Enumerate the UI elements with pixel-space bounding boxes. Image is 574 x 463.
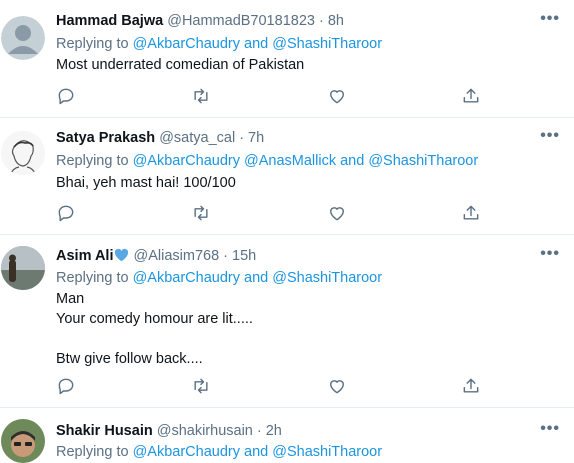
share-icon[interactable] [461, 203, 481, 223]
replying-mentions[interactable]: @AkbarChaudry and @ShashiTharoor [133, 444, 382, 460]
tweet-actions [56, 203, 486, 225]
share-icon[interactable] [461, 376, 481, 396]
tweet-actions [56, 376, 486, 398]
more-options-icon[interactable]: ••• [540, 10, 560, 28]
replying-prefix: Replying to [56, 153, 129, 169]
author-name[interactable]: Shakir Husain [56, 423, 153, 439]
avatar[interactable] [1, 131, 45, 175]
author-handle-time[interactable]: @Aliasim768 · 15h [134, 248, 257, 264]
avatar[interactable] [1, 16, 45, 60]
replying-to: Replying to @AkbarChaudry and @ShashiTha… [56, 270, 382, 286]
retweet-icon[interactable] [191, 86, 211, 106]
like-icon[interactable] [327, 86, 347, 106]
more-options-icon[interactable]: ••• [540, 127, 560, 145]
tweet-header: Hammad Bajwa @HammadB70181823 · 8h [56, 13, 344, 29]
tweet[interactable]: Satya Prakash @satya_cal · 7h ••• Replyi… [0, 118, 574, 235]
tweet-header: Shakir Husain @shakirhusain · 2h [56, 423, 282, 439]
tweet-text: Most underrated comedian of Pakistan [56, 57, 305, 73]
replying-prefix: Replying to [56, 444, 129, 460]
tweet[interactable]: Hammad Bajwa @HammadB70181823 · 8h ••• R… [0, 0, 574, 118]
more-options-icon[interactable]: ••• [540, 420, 560, 438]
tweet[interactable]: Shakir Husain @shakirhusain · 2h ••• Rep… [0, 408, 574, 463]
reply-icon[interactable] [56, 86, 76, 106]
avatar[interactable] [1, 246, 45, 290]
replying-to: Replying to @AkbarChaudry and @ShashiTha… [56, 444, 382, 460]
blue-heart-icon [115, 248, 129, 262]
replying-mentions[interactable]: @AkbarChaudry and @ShashiTharoor [133, 36, 382, 52]
replying-prefix: Replying to [56, 270, 129, 286]
replying-to: Replying to @AkbarChaudry and @ShashiTha… [56, 36, 382, 52]
author-name[interactable]: Satya Prakash [56, 130, 155, 146]
author-handle-time[interactable]: @HammadB70181823 · 8h [167, 13, 344, 29]
replying-to: Replying to @AkbarChaudry @AnasMallick a… [56, 153, 478, 169]
like-icon[interactable] [327, 376, 347, 396]
author-name[interactable]: Hammad Bajwa [56, 13, 163, 29]
reply-icon[interactable] [56, 203, 76, 223]
tweet-actions [56, 86, 486, 108]
retweet-icon[interactable] [191, 203, 211, 223]
replying-mentions[interactable]: @AkbarChaudry and @ShashiTharoor [133, 270, 382, 286]
replying-mentions[interactable]: @AkbarChaudry @AnasMallick and @ShashiTh… [133, 153, 479, 169]
more-options-icon[interactable]: ••• [540, 245, 560, 263]
tweet-header: Asim Ali @Aliasim768 · 15h [56, 248, 256, 264]
avatar[interactable] [1, 419, 45, 463]
reply-icon[interactable] [56, 376, 76, 396]
replying-prefix: Replying to [56, 36, 129, 52]
author-name[interactable]: Asim Ali [56, 248, 113, 264]
tweet-text: Bhai, yeh mast hai! 100/100 [56, 175, 236, 191]
tweet-header: Satya Prakash @satya_cal · 7h [56, 130, 264, 146]
tweet[interactable]: Asim Ali @Aliasim768 · 15h ••• Replying … [0, 235, 574, 408]
author-handle-time[interactable]: @shakirhusain · 2h [157, 423, 282, 439]
tweet-text: Man Your comedy homour are lit..... Btw … [56, 291, 253, 367]
share-icon[interactable] [461, 86, 481, 106]
author-handle-time[interactable]: @satya_cal · 7h [159, 130, 264, 146]
retweet-icon[interactable] [191, 376, 211, 396]
like-icon[interactable] [327, 203, 347, 223]
